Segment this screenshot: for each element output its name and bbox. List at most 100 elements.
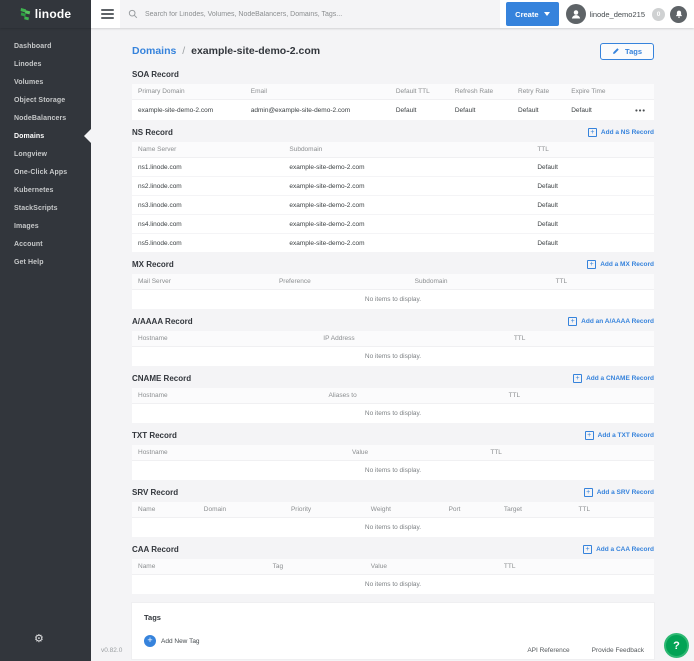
add-record-label: Add an A/AAAA Record [581,318,654,325]
column-header: TTL [503,388,654,404]
pencil-icon [612,47,620,55]
column-header: Name Server [132,142,283,158]
empty-state-text: No items to display. [132,347,654,367]
column-header: Name [132,502,198,518]
add-record-label: Add a CNAME Record [586,375,654,382]
help-beacon-button[interactable]: ? [664,633,689,658]
section-ns-record: NS Record +Add a NS Record Name ServerSubd… [132,121,654,253]
username[interactable]: linode_demo215 [590,10,645,19]
add-record-plus-icon: + [583,545,592,554]
sidebar-item-label: Account [14,241,43,248]
table-row: ns5.linode.comexample-site-demo-2.comDef… [132,234,654,253]
table-empty-row: No items to display. [132,575,654,595]
sidebar-item-label: Volumes [14,79,43,86]
table-cell: example-site-demo-2.com [132,100,245,121]
table-srv-record: NameDomainPriorityWeightPortTargetTTLNo … [132,502,654,538]
sidebar-item-label: One-Click Apps [14,169,67,176]
section-title: NS Record [132,128,173,137]
column-header: Default TTL [390,84,449,100]
sidebar-item-nodebalancers[interactable]: NodeBalancers [0,109,91,127]
notification-count-badge[interactable]: 0 [652,8,665,21]
column-header: Retry Rate [512,84,565,100]
table-cell: ns2.linode.com [132,177,283,196]
sidebar-nav: Dashboard Linodes Volumes Object Storage Nod… [0,28,91,271]
add-record-link-mx-record[interactable]: +Add a MX Record [587,260,654,269]
table-cell: Default [531,215,654,234]
empty-state-text: No items to display. [132,404,654,424]
empty-state-text: No items to display. [132,518,654,538]
table-row: ns2.linode.comexample-site-demo-2.comDef… [132,177,654,196]
provide-feedback-link[interactable]: Provide Feedback [592,647,644,654]
add-record-link-txt-record[interactable]: +Add a TXT Record [585,431,654,440]
column-header: TTL [484,445,654,461]
row-action-menu-icon[interactable]: ••• [628,100,654,121]
user-avatar[interactable] [566,4,586,24]
add-record-link-srv-record[interactable]: +Add a SRV Record [584,488,654,497]
table-a-aaaa-record: HostnameIP AddressTTLNo items to display… [132,331,654,367]
column-header: Weight [365,502,443,518]
sidebar-item-dashboard[interactable]: Dashboard [0,37,91,55]
sidebar-item-stackscripts[interactable]: StackScripts [0,199,91,217]
page-title: example-site-demo-2.com [191,45,320,57]
table-cell: ns1.linode.com [132,158,283,177]
search-bar[interactable] [120,0,500,28]
settings-gear-icon[interactable]: ⚙ [34,634,44,645]
table-cell: Default [512,100,565,121]
breadcrumb-domains-link[interactable]: Domains [132,45,176,57]
section-title: SOA Record [132,70,179,79]
sidebar-item-kubernetes[interactable]: Kubernetes [0,181,91,199]
api-reference-link[interactable]: API Reference [527,647,569,654]
section-cname-record: CNAME Record+Add a CNAME RecordHostnameA… [132,367,654,424]
add-record-plus-icon: + [573,374,582,383]
sidebar-item-label: Dashboard [14,43,51,50]
column-header: Port [443,502,498,518]
column-header: Value [346,445,484,461]
sidebar-item-one-click-apps[interactable]: One-Click Apps [0,163,91,181]
sidebar-item-label: Images [14,223,39,230]
sidebar-item-domains[interactable]: Domains [0,127,91,145]
menu-toggle-button[interactable] [94,0,120,28]
create-button[interactable]: Create [506,2,558,26]
column-header: Name [132,559,267,575]
sidebar-item-label: NodeBalancers [14,115,66,122]
table-cell: example-site-demo-2.com [283,234,531,253]
table-empty-row: No items to display. [132,347,654,367]
sidebar-item-linodes[interactable]: Linodes [0,55,91,73]
add-record-plus-icon: + [568,317,577,326]
sidebar-item-get-help[interactable]: Get Help [0,253,91,271]
table-mx-record: Mail ServerPreferenceSubdomainTTLNo item… [132,274,654,310]
edit-tags-button[interactable]: Tags [600,43,654,60]
sidebar-item-longview[interactable]: Longview [0,145,91,163]
section-title: TXT Record [132,431,177,440]
add-record-link-cname-record[interactable]: + Add a CNAME Record [573,374,654,383]
sidebar-item-account[interactable]: Account [0,235,91,253]
column-header: Target [498,502,573,518]
column-header: TTL [573,502,654,518]
sidebar-item-object-storage[interactable]: Object Storage [0,91,91,109]
sidebar-item-volumes[interactable]: Volumes [0,73,91,91]
sidebar: Dashboard Linodes Volumes Object Storage Nod… [0,28,91,661]
table-cell: Default [531,234,654,253]
table-cell: ns5.linode.com [132,234,283,253]
notifications-bell-icon[interactable] [670,6,687,23]
search-input[interactable] [143,10,492,19]
sidebar-item-label: StackScripts [14,205,58,212]
column-header: TTL [550,274,654,290]
breadcrumb: Domains / example-site-demo-2.com [132,45,320,57]
linode-logo[interactable]: linode [0,0,91,28]
add-record-link-caa-record[interactable]: +Add a CAA Record [583,545,654,554]
version-label: v0.82.0 [101,647,122,654]
table-ns-record: Name ServerSubdomainTTLns1.linode.comexa… [132,142,654,253]
add-record-label: Add a MX Record [600,261,654,268]
section-title: CAA Record [132,545,179,554]
sidebar-item-label: Linodes [14,61,42,68]
add-record-link-a-aaaa-record[interactable]: + Add an A/AAAA Record [568,317,654,326]
column-header: Hostname [132,331,317,347]
column-header: IP Address [317,331,508,347]
add-record-link-ns-record[interactable]: +Add a NS Record [588,128,654,137]
column-header: Preference [273,274,409,290]
column-header: Priority [285,502,365,518]
section-mx-record: MX Record +Add a MX Record Mail ServerPref… [132,253,654,310]
section-title: MX Record [132,260,174,269]
sidebar-item-images[interactable]: Images [0,217,91,235]
